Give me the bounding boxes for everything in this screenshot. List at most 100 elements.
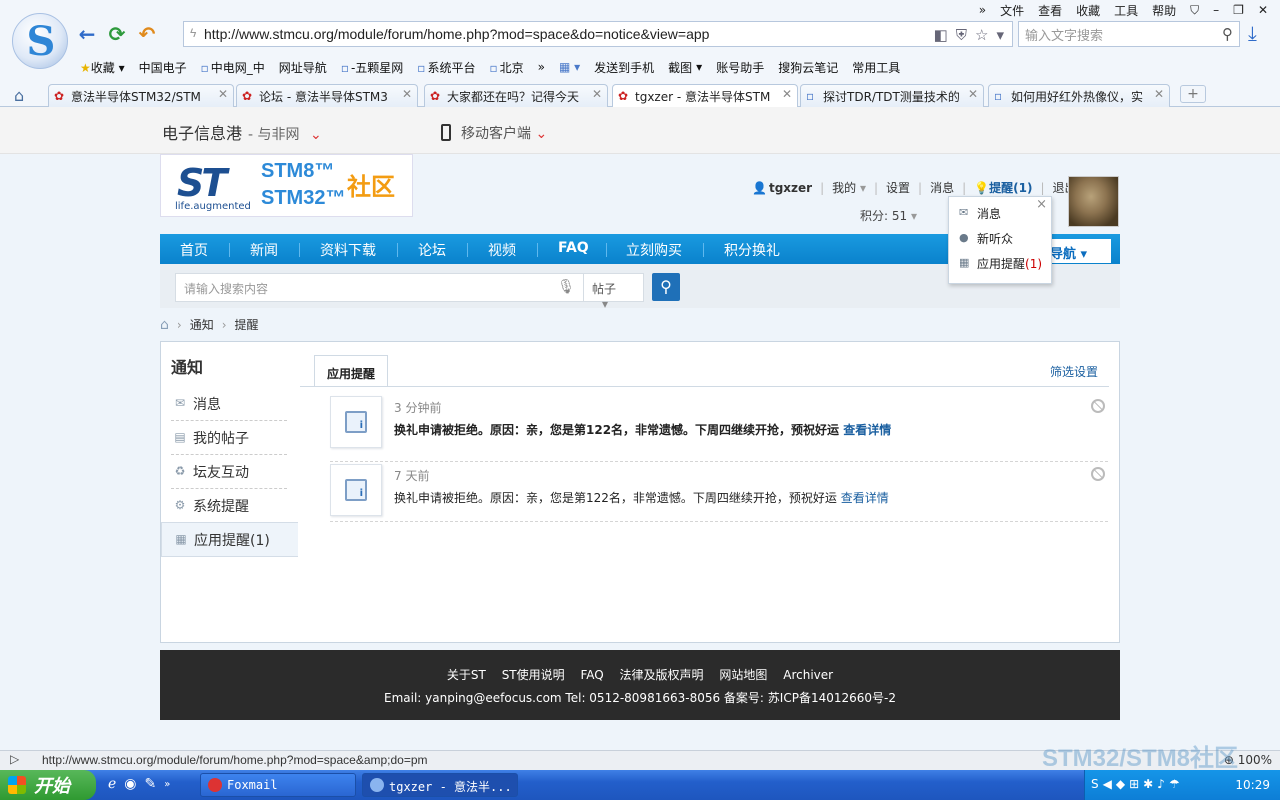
shield-icon[interactable]: ⛨ bbox=[956, 27, 967, 44]
delete-icon[interactable] bbox=[1091, 399, 1105, 413]
nav-points-exchange[interactable]: 积分换礼 bbox=[724, 240, 780, 260]
menu-file[interactable]: 文件 bbox=[1000, 2, 1024, 19]
browser-tab[interactable]: ▫ 如何用好红外热像仪，实 ✕ bbox=[988, 84, 1170, 107]
delete-icon[interactable] bbox=[1091, 467, 1105, 481]
nav-downloads[interactable]: 资料下载 bbox=[320, 240, 376, 260]
download-icon[interactable]: ⤓ bbox=[1248, 21, 1257, 45]
close-tab-icon[interactable]: ✕ bbox=[402, 87, 412, 101]
star-icon[interactable]: ☆ bbox=[975, 26, 988, 44]
menu-favorites[interactable]: 收藏 bbox=[1076, 2, 1100, 19]
settings-link[interactable]: 设置 bbox=[886, 179, 910, 196]
username-link[interactable]: tgxzer bbox=[769, 181, 812, 195]
menu-tools[interactable]: 工具 bbox=[1114, 2, 1138, 19]
dropdown-item-followers[interactable]: ● 新听众 bbox=[959, 230, 1013, 247]
browser-tab[interactable]: ✿ 大家都还在吗？记得今天 ✕ bbox=[424, 84, 608, 107]
browser-icon[interactable]: ◉ bbox=[124, 776, 136, 792]
microphone-icon[interactable]: 🎙 bbox=[557, 279, 575, 295]
new-tab-button[interactable]: + bbox=[1180, 85, 1206, 103]
bookmark-item[interactable]: 中电网_中 bbox=[201, 59, 265, 76]
stm-community-logo[interactable]: ST life.augmented STM8™ STM32™ 社区 bbox=[160, 154, 413, 217]
back-icon[interactable]: ← bbox=[76, 22, 98, 46]
menu-more[interactable]: » bbox=[979, 3, 986, 17]
sidebar-item-system[interactable]: ⚙ 系统提醒 bbox=[171, 489, 287, 523]
bookmark-item[interactable]: 常用工具 bbox=[852, 59, 900, 76]
nav-faq[interactable]: FAQ bbox=[558, 240, 589, 256]
mine-menu[interactable]: 我的 ▾ bbox=[832, 179, 866, 196]
dropdown-item-messages[interactable]: ✉ 消息 bbox=[959, 205, 1001, 222]
app-icon[interactable]: ◧ bbox=[934, 26, 948, 44]
nav-forum[interactable]: 论坛 bbox=[418, 240, 446, 260]
browser-search-input[interactable]: 输入文字搜索 ⚲ bbox=[1018, 21, 1240, 47]
start-button[interactable]: 开始 bbox=[0, 770, 96, 800]
nav-news[interactable]: 新闻 bbox=[250, 240, 278, 260]
bookmark-item[interactable]: 系统平台 bbox=[417, 59, 475, 76]
more-icon[interactable]: » bbox=[164, 779, 170, 790]
ie-icon[interactable]: ℯ bbox=[108, 776, 116, 792]
bookmark-item[interactable]: 发送到手机 bbox=[594, 59, 654, 76]
home-icon[interactable]: ⌂ bbox=[160, 317, 169, 333]
close-tab-icon[interactable]: ✕ bbox=[218, 87, 228, 101]
bookmark-item[interactable]: 中国电子 bbox=[139, 59, 187, 76]
points-display[interactable]: 积分: 51 ▾ bbox=[860, 207, 917, 224]
filter-settings-link[interactable]: 筛选设置 bbox=[1050, 363, 1098, 380]
breadcrumb-notice[interactable]: 通知 bbox=[190, 316, 214, 333]
browser-tab[interactable]: ▫ 探讨TDR/TDT测量技术的 ✕ bbox=[800, 84, 984, 107]
close-tab-icon[interactable]: ✕ bbox=[1154, 87, 1164, 101]
avatar[interactable] bbox=[1068, 176, 1119, 227]
tab-app-remind[interactable]: 应用提醒 bbox=[314, 355, 388, 387]
menu-help[interactable]: 帮助 bbox=[1152, 2, 1176, 19]
skin-icon[interactable]: ⛉ bbox=[1190, 3, 1199, 18]
view-details-link[interactable]: 查看详情 bbox=[843, 423, 891, 437]
sidebar-item-app-remind[interactable]: ▦ 应用提醒(1) bbox=[161, 522, 298, 557]
address-bar[interactable]: ϟ http://www.stmcu.org/module/forum/home… bbox=[183, 21, 1013, 47]
browser-tab-active[interactable]: ✿ tgxzer - 意法半导体STM ✕ bbox=[612, 84, 798, 108]
chevron-down-icon[interactable]: ▾ bbox=[696, 60, 702, 74]
search-button[interactable]: ⚲ bbox=[652, 273, 680, 301]
tray-icons[interactable]: S◀◆⊞✱♪☂ bbox=[1091, 777, 1184, 791]
browser-logo-icon[interactable]: S bbox=[12, 13, 68, 69]
sidebar-item-messages[interactable]: ✉ 消息 bbox=[171, 387, 287, 421]
close-tab-icon[interactable]: ✕ bbox=[968, 87, 978, 101]
site-brand[interactable]: 电子信息港 - 与非网 ⌄ bbox=[162, 120, 322, 144]
menu-view[interactable]: 查看 bbox=[1038, 2, 1062, 19]
bookmark-item[interactable]: -五颗星网 bbox=[341, 59, 403, 76]
bookmark-item[interactable]: 北京 bbox=[489, 59, 524, 76]
bookmark-item[interactable]: 截图 bbox=[668, 59, 692, 76]
footer-link-guide[interactable]: ST使用说明 bbox=[502, 668, 565, 682]
restore-icon[interactable]: ❐ bbox=[1233, 3, 1244, 17]
mobile-client-link[interactable]: 移动客户端 ⌄ bbox=[441, 123, 547, 143]
footer-link-archiver[interactable]: Archiver bbox=[783, 668, 833, 682]
remind-link[interactable]: 💡提醒(1) bbox=[974, 179, 1032, 196]
site-search-input[interactable]: 请输入搜索内容 🎙 bbox=[175, 273, 584, 302]
footer-link-about[interactable]: 关于ST bbox=[447, 668, 486, 682]
dropdown-item-app-remind[interactable]: ▦ 应用提醒(1) bbox=[959, 255, 1042, 272]
browser-tab[interactable]: ✿ 论坛 - 意法半导体STM3 ✕ bbox=[236, 84, 418, 107]
messages-link[interactable]: 消息 bbox=[930, 179, 954, 196]
minimize-icon[interactable]: – bbox=[1213, 3, 1219, 17]
nav-buy[interactable]: 立刻购买 bbox=[626, 240, 682, 260]
footer-link-faq[interactable]: FAQ bbox=[580, 668, 603, 682]
nav-video[interactable]: 视频 bbox=[488, 240, 516, 260]
grid-icon[interactable]: ▦ ▾ bbox=[559, 60, 580, 74]
breadcrumb-remind[interactable]: 提醒 bbox=[235, 316, 259, 333]
bookmark-favorites[interactable]: ★收藏 ▾ bbox=[80, 59, 125, 76]
sidebar-item-my-posts[interactable]: ▤ 我的帖子 bbox=[171, 421, 287, 455]
chevron-down-icon[interactable]: ▾ bbox=[996, 26, 1004, 44]
bookmark-item[interactable]: 搜狗云笔记 bbox=[778, 59, 838, 76]
sidebar-toggle-icon[interactable]: ▷ bbox=[10, 752, 19, 766]
tool-icon[interactable]: ✎ bbox=[145, 776, 157, 792]
undo-icon[interactable]: ↶ bbox=[136, 22, 158, 46]
close-tab-icon[interactable]: ✕ bbox=[782, 87, 792, 101]
footer-link-legal[interactable]: 法律及版权声明 bbox=[620, 668, 704, 682]
search-icon[interactable]: ⚲ bbox=[1222, 25, 1233, 43]
bookmark-item[interactable]: 网址导航 bbox=[279, 59, 327, 76]
close-tab-icon[interactable]: ✕ bbox=[592, 87, 602, 101]
footer-link-sitemap[interactable]: 网站地图 bbox=[719, 668, 767, 682]
refresh-icon[interactable]: ⟳ bbox=[106, 22, 128, 46]
bookmark-more[interactable]: » bbox=[538, 60, 545, 74]
bookmark-item[interactable]: 账号助手 bbox=[716, 59, 764, 76]
close-icon[interactable]: × bbox=[1036, 197, 1047, 212]
view-details-link[interactable]: 查看详情 bbox=[841, 491, 889, 505]
taskbar-item-browser[interactable]: tgxzer - 意法半... bbox=[362, 773, 518, 797]
home-icon[interactable]: ⌂ bbox=[14, 86, 24, 105]
